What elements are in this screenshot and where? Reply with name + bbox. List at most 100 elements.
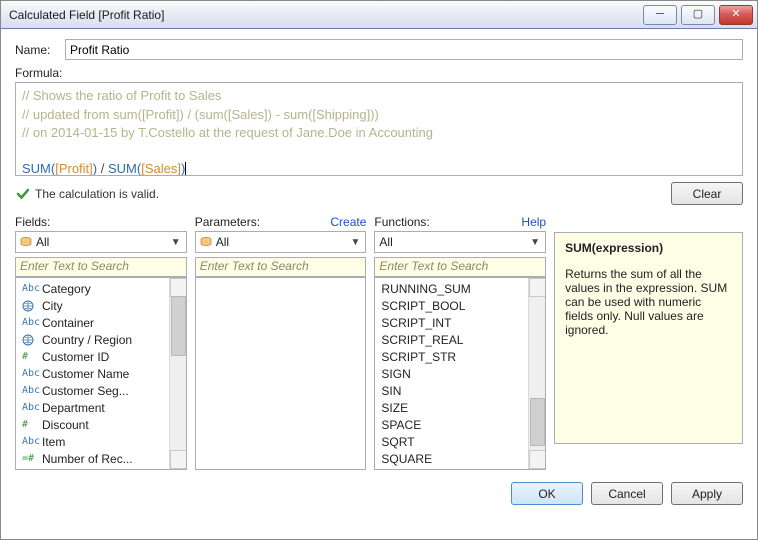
list-item[interactable]: SCRIPT_REAL (375, 331, 528, 348)
minimize-button[interactable]: ─ (643, 5, 677, 25)
function-description-panel: SUM(expression) Returns the sum of all t… (554, 215, 743, 470)
list-item[interactable]: City (16, 297, 169, 314)
list-item-label: Customer Name (42, 367, 129, 381)
globe-icon (20, 300, 42, 312)
list-item[interactable]: SPACE (375, 416, 528, 433)
datatype-icon: Abc (20, 368, 42, 379)
parameters-header: Parameters: Create (195, 215, 367, 229)
panels-row: Fields: All ▼ Enter Text to Search AbcCa… (15, 215, 743, 470)
list-item-label: Department (42, 401, 105, 415)
list-item[interactable]: #Discount (16, 416, 169, 433)
list-item-label: Country / Region (42, 333, 132, 347)
functions-search-input[interactable]: Enter Text to Search (374, 257, 546, 277)
formula-comment-line: // Shows the ratio of Profit to Sales (22, 88, 221, 103)
list-item[interactable]: RUNNING_SUM (375, 280, 528, 297)
formula-token-func: SUM( (22, 161, 55, 176)
list-item-label: Container (42, 316, 94, 330)
globe-icon (20, 334, 42, 346)
functions-label: Functions: (374, 215, 521, 229)
maximize-button[interactable]: ▢ (681, 5, 715, 25)
functions-filter-combo[interactable]: All ▼ (374, 231, 546, 253)
function-signature: SUM(expression) (565, 241, 732, 255)
list-item[interactable]: SIN (375, 382, 528, 399)
fields-label: Fields: (15, 215, 187, 229)
list-item[interactable]: AbcContainer (16, 314, 169, 331)
fields-search-input[interactable]: Enter Text to Search (15, 257, 187, 277)
list-item[interactable]: SCRIPT_STR (375, 348, 528, 365)
datasource-icon (20, 236, 32, 248)
parameters-list-wrap (195, 277, 367, 470)
function-body: Returns the sum of all the values in the… (565, 267, 732, 337)
list-item[interactable]: AbcCategory (16, 280, 169, 297)
list-item-label: Number of Rec... (42, 452, 133, 466)
dialog-buttons: OK Cancel Apply (15, 482, 743, 505)
datatype-icon: =# (20, 453, 42, 464)
create-parameter-link[interactable]: Create (330, 215, 366, 229)
formula-comment-line: // on 2014-01-15 by T.Costello at the re… (22, 125, 433, 140)
fields-filter-text: All (36, 235, 168, 249)
valid-check-icon (15, 186, 31, 202)
parameters-list[interactable] (196, 278, 366, 469)
cancel-button[interactable]: Cancel (591, 482, 663, 505)
list-item[interactable]: SCRIPT_BOOL (375, 297, 528, 314)
ok-button[interactable]: OK (511, 482, 583, 505)
fields-list[interactable]: AbcCategoryCityAbcContainerCountry / Reg… (16, 278, 169, 469)
list-item[interactable]: SIGN (375, 365, 528, 382)
fields-filter-combo[interactable]: All ▼ (15, 231, 187, 253)
chevron-down-icon: ▼ (347, 237, 363, 248)
scrollbar[interactable] (169, 278, 186, 469)
scroll-thumb[interactable] (171, 296, 186, 356)
formula-label: Formula: (15, 66, 743, 80)
name-input[interactable] (65, 39, 743, 60)
formula-token-field: [Profit] (55, 161, 93, 176)
formula-token-op: / (97, 161, 108, 176)
clear-button[interactable]: Clear (671, 182, 743, 205)
funcdesc-spacer (554, 215, 743, 230)
list-item-label: Item (42, 435, 65, 449)
list-item-label: Customer ID (42, 350, 109, 364)
functions-panel: Functions: Help All ▼ Enter Text to Sear… (374, 215, 546, 470)
parameters-search-input[interactable]: Enter Text to Search (195, 257, 367, 277)
list-item[interactable]: AbcItem (16, 433, 169, 450)
list-item[interactable]: AbcCustomer Name (16, 365, 169, 382)
list-item[interactable]: Country / Region (16, 331, 169, 348)
datatype-icon: # (20, 351, 42, 362)
list-item-label: City (42, 299, 63, 313)
functions-list[interactable]: RUNNING_SUMSCRIPT_BOOLSCRIPT_INTSCRIPT_R… (375, 278, 528, 469)
list-item[interactable]: AbcDepartment (16, 399, 169, 416)
functions-header: Functions: Help (374, 215, 546, 229)
list-item-label: Discount (42, 418, 89, 432)
list-item-label: Category (42, 282, 91, 296)
functions-list-wrap: RUNNING_SUMSCRIPT_BOOLSCRIPT_INTSCRIPT_R… (374, 277, 546, 470)
list-item[interactable]: #Customer ID (16, 348, 169, 365)
formula-token-field: [Sales] (141, 161, 181, 176)
close-button[interactable]: ✕ (719, 5, 753, 25)
chevron-down-icon: ▼ (527, 237, 543, 248)
list-item-label: Customer Seg... (42, 384, 129, 398)
list-item[interactable]: SQRT (375, 433, 528, 450)
functions-filter-text: All (379, 235, 527, 249)
parameters-panel: Parameters: Create All ▼ Enter Text to S… (195, 215, 367, 470)
title-bar: Calculated Field [Profit Ratio] ─ ▢ ✕ (1, 1, 757, 29)
datatype-icon: Abc (20, 385, 42, 396)
chevron-down-icon: ▼ (168, 237, 184, 248)
list-item[interactable]: SIZE (375, 399, 528, 416)
status-text: The calculation is valid. (35, 187, 671, 201)
scroll-thumb[interactable] (530, 398, 545, 446)
apply-button[interactable]: Apply (671, 482, 743, 505)
list-item[interactable]: AbcCustomer Seg... (16, 382, 169, 399)
list-item[interactable]: SCRIPT_INT (375, 314, 528, 331)
parameters-filter-combo[interactable]: All ▼ (195, 231, 367, 253)
datasource-icon (200, 236, 212, 248)
list-item[interactable]: =#Number of Rec... (16, 450, 169, 467)
functions-help-link[interactable]: Help (521, 215, 546, 229)
function-description: SUM(expression) Returns the sum of all t… (554, 232, 743, 444)
datatype-icon: Abc (20, 436, 42, 447)
formula-editor[interactable]: // Shows the ratio of Profit to Sales //… (15, 82, 743, 176)
scrollbar[interactable] (528, 278, 545, 469)
dialog-content: Name: Formula: // Shows the ratio of Pro… (1, 29, 757, 515)
datatype-icon: Abc (20, 317, 42, 328)
formula-token-func: SUM( (108, 161, 141, 176)
list-item[interactable]: SQUARE (375, 450, 528, 467)
parameters-filter-text: All (216, 235, 348, 249)
